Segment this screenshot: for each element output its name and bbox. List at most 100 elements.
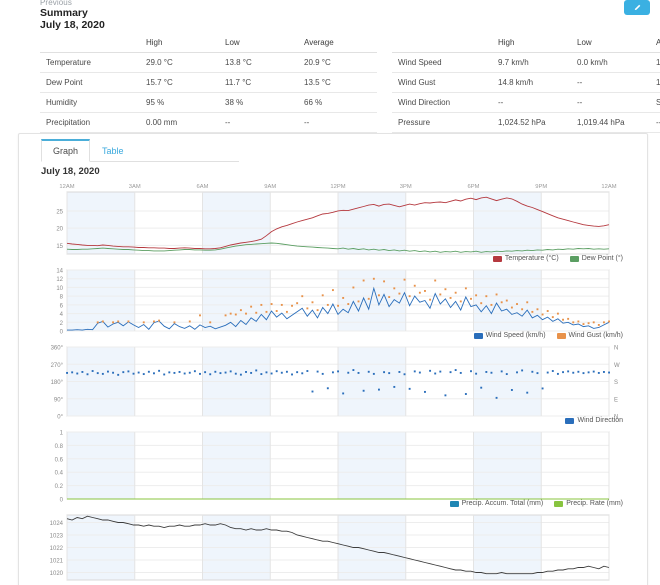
tab-table[interactable]: Table (90, 139, 136, 162)
chart-precipitation: 00.20.40.60.81Precip. Accum. Total (mm)P… (39, 429, 627, 503)
cell-low: 1,019.44 hPa (571, 113, 650, 133)
summary-date: July 18, 2020 (40, 19, 105, 31)
legend-item[interactable]: Precip. Rate (mm) (554, 500, 623, 507)
cell-average: 13.5 °C (298, 73, 377, 93)
table-row: Precipitation 0.00 mm -- -- (40, 113, 377, 133)
legend-item[interactable]: Temperature (°C) (493, 255, 559, 262)
legend-item[interactable]: Wind Direction (565, 417, 623, 424)
cell-average: -- (650, 113, 660, 133)
legend-label: Precip. Accum. Total (mm) (462, 500, 544, 507)
svg-text:1023: 1023 (50, 534, 64, 540)
summary-table-right: High Low Average Wind Speed 9.7 km/h 0.0… (392, 33, 660, 133)
legend-wind: Wind Speed (km/h) Wind Gust (km/h) (474, 332, 623, 339)
legend-item[interactable]: Dew Point (°) (570, 255, 623, 262)
svg-text:0°: 0° (57, 415, 63, 421)
svg-text:3PM: 3PM (400, 184, 412, 190)
legend-swatch-icon (570, 256, 579, 262)
table-header-row: High Low Average (40, 33, 377, 53)
cell-high: 1,024.52 hPa (492, 113, 571, 133)
row-label: Wind Direction (392, 93, 492, 113)
legend-swatch-icon (554, 501, 563, 507)
row-label: Wind Speed (392, 53, 492, 73)
edit-button[interactable] (624, 0, 650, 15)
cell-average: 1.1 km/h (650, 53, 660, 73)
svg-text:1021: 1021 (50, 559, 64, 565)
svg-text:1022: 1022 (50, 546, 64, 552)
legend-swatch-icon (450, 501, 459, 507)
tab-graph[interactable]: Graph (41, 139, 90, 162)
cell-high: 29.0 °C (140, 53, 219, 73)
table-row: Dew Point 15.7 °C 11.7 °C 13.5 °C (40, 73, 377, 93)
cell-low: 38 % (219, 93, 298, 113)
col-low: Low (571, 33, 650, 53)
cell-high: 14.8 km/h (492, 73, 571, 93)
cell-average: SW (650, 93, 660, 113)
cell-low: 13.8 °C (219, 53, 298, 73)
legend-item[interactable]: Wind Gust (km/h) (557, 332, 623, 339)
legend-swatch-icon (493, 256, 502, 262)
svg-text:6AM: 6AM (197, 184, 209, 190)
col-blank (392, 33, 492, 53)
cell-high: -- (492, 93, 571, 113)
chart-wind: 02468101214Wind Speed (km/h)Wind Gust (k… (39, 267, 627, 335)
row-label: Wind Gust (392, 73, 492, 93)
legend-item[interactable]: Wind Speed (km/h) (474, 332, 546, 339)
svg-text:1: 1 (60, 431, 64, 437)
cell-low: -- (571, 73, 650, 93)
svg-text:180°: 180° (51, 380, 64, 386)
svg-text:14: 14 (56, 269, 63, 275)
svg-text:12: 12 (56, 277, 63, 283)
row-label: Dew Point (40, 73, 140, 93)
svg-text:N: N (614, 346, 618, 352)
svg-text:270°: 270° (51, 363, 64, 369)
svg-text:0.8: 0.8 (55, 444, 64, 450)
svg-text:E: E (614, 397, 618, 403)
col-average: Average (298, 33, 377, 53)
legend-temperature: Temperature (°C) Dew Point (°) (493, 255, 623, 262)
svg-text:0: 0 (60, 330, 64, 336)
row-label: Humidity (40, 93, 140, 113)
legend-label: Wind Gust (km/h) (569, 332, 623, 339)
legend-label: Wind Direction (577, 417, 623, 424)
legend-swatch-icon (565, 418, 574, 424)
table-row: Temperature 29.0 °C 13.8 °C 20.9 °C (40, 53, 377, 73)
legend-item[interactable]: Precip. Accum. Total (mm) (450, 500, 544, 507)
cell-low: -- (219, 113, 298, 133)
previous-label: Previous (40, 0, 72, 7)
table-row: Wind Direction -- -- SW (392, 93, 660, 113)
row-label: Precipitation (40, 113, 140, 133)
col-low: Low (219, 33, 298, 53)
svg-text:20: 20 (56, 227, 63, 233)
svg-text:12AM: 12AM (601, 184, 616, 190)
cell-low: -- (571, 93, 650, 113)
svg-text:9AM: 9AM (264, 184, 276, 190)
svg-text:0.6: 0.6 (55, 457, 64, 463)
svg-text:0: 0 (60, 498, 64, 504)
cell-average: 20.9 °C (298, 53, 377, 73)
legend-precipitation: Precip. Accum. Total (mm) Precip. Rate (m… (450, 500, 623, 507)
table-row: Wind Speed 9.7 km/h 0.0 km/h 1.1 km/h (392, 53, 660, 73)
svg-text:90°: 90° (54, 397, 64, 403)
svg-text:0.2: 0.2 (55, 484, 64, 490)
table-header-row: High Low Average (392, 33, 660, 53)
legend-wind-direction: Wind Direction (565, 417, 623, 424)
svg-text:6: 6 (60, 303, 64, 309)
svg-text:4: 4 (60, 312, 64, 318)
cell-high: 95 % (140, 93, 219, 113)
legend-swatch-icon (474, 333, 483, 339)
table-row: Wind Gust 14.8 km/h -- 1.7 km/h (392, 73, 660, 93)
table-row: Pressure 1,024.52 hPa 1,019.44 hPa -- (392, 113, 660, 133)
legend-label: Temperature (°C) (505, 255, 559, 262)
charts-container: 15202512AM3AM6AM9AM12PM3PM6PM9PM12AMTemp… (39, 180, 627, 584)
svg-text:360°: 360° (51, 346, 64, 352)
cell-low: 0.0 km/h (571, 53, 650, 73)
col-blank (40, 33, 140, 53)
edit-pencil-icon (633, 3, 642, 12)
cell-average: -- (298, 113, 377, 133)
svg-text:S: S (614, 380, 618, 386)
row-label: Temperature (40, 53, 140, 73)
cell-high: 15.7 °C (140, 73, 219, 93)
svg-text:1020: 1020 (50, 571, 64, 577)
chart-temperature: 15202512AM3AM6AM9AM12PM3PM6PM9PM12AMTemp… (39, 180, 627, 258)
chart-date-heading: July 18, 2020 (41, 166, 100, 177)
